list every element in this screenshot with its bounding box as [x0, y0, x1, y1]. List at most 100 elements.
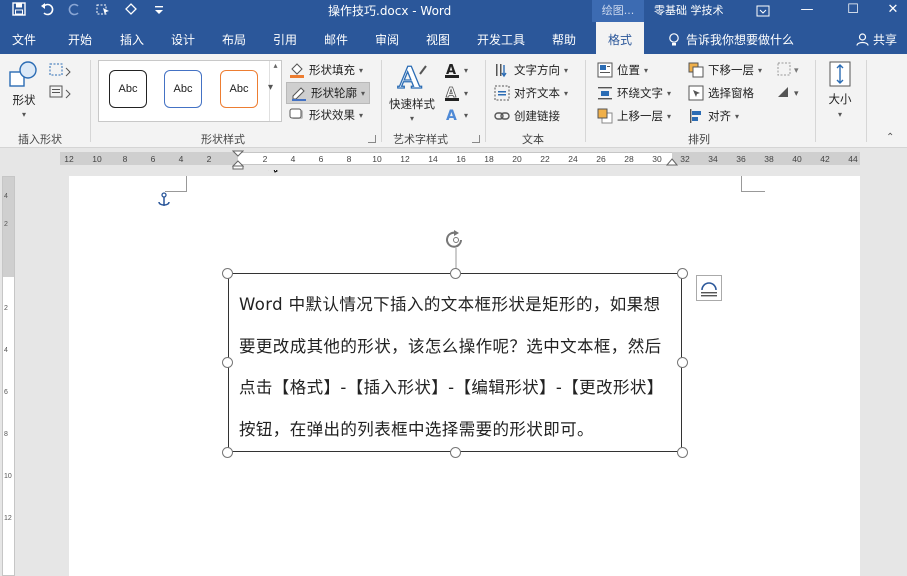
edit-shape-icon[interactable]: [48, 62, 74, 78]
ruler-tick: 2: [206, 154, 212, 164]
chevron-down-icon: ▾: [758, 65, 763, 75]
send-backward-button[interactable]: 下移一层 ▾: [688, 62, 762, 78]
selection-pane-button[interactable]: 选择窗格: [688, 85, 754, 101]
tab-developer[interactable]: 开发工具: [477, 31, 525, 48]
tab-insert[interactable]: 插入: [120, 31, 144, 48]
resize-handle[interactable]: [222, 447, 233, 458]
bring-forward-button[interactable]: 上移一层 ▾: [597, 108, 671, 124]
save-icon[interactable]: [12, 2, 26, 16]
shape-effects-button[interactable]: 形状效果 ▾: [289, 107, 363, 123]
lightbulb-icon: [669, 32, 679, 45]
pen-outline-icon: [292, 87, 306, 101]
group-objects-icon[interactable]: ▾: [776, 62, 804, 76]
ribbon-display-button[interactable]: [748, 0, 778, 22]
tab-references[interactable]: 引用: [273, 31, 297, 48]
wordart-launcher[interactable]: [472, 135, 480, 143]
ruler-tick: 14: [428, 154, 438, 164]
svg-text:▾: ▾: [794, 89, 799, 99]
shape-style-1[interactable]: Abc: [109, 70, 147, 108]
size-label: 大小: [828, 92, 852, 106]
shape-styles-gallery[interactable]: Abc Abc Abc ▴: [98, 60, 282, 122]
bring-forward-label: 上移一层: [617, 109, 663, 123]
shape-outline-button[interactable]: 形状轮廓 ▾: [286, 82, 371, 104]
tab-home[interactable]: 开始: [68, 31, 92, 48]
shape-styles-launcher[interactable]: [368, 135, 376, 143]
resize-handle[interactable]: [677, 268, 688, 279]
tab-mailings[interactable]: 邮件: [324, 31, 348, 48]
shape-style-3[interactable]: Abc: [220, 70, 258, 108]
maximize-button[interactable]: ☐: [838, 0, 868, 22]
ruler-tick: 10: [4, 473, 12, 480]
align-objects-button[interactable]: 对齐 ▾: [688, 108, 739, 124]
text-effects-button[interactable]: A ▾: [444, 107, 468, 123]
ruler-tick: 12: [64, 154, 74, 164]
size-button[interactable]: 大小 ▾: [826, 60, 854, 119]
shape-fill-button[interactable]: 形状填充 ▾: [289, 62, 363, 78]
layout-options-button[interactable]: [696, 275, 722, 301]
shape-style-2[interactable]: Abc: [164, 70, 202, 108]
right-indent-marker-icon[interactable]: [666, 158, 678, 168]
anchor-icon[interactable]: [156, 192, 172, 208]
horizontal-ruler[interactable]: 12 10 8 6 4 2 2 4 6 8 10 12 14 16 18 20 …: [0, 148, 907, 170]
position-button[interactable]: 位置 ▾: [597, 62, 648, 78]
tab-help[interactable]: 帮助: [552, 31, 576, 48]
chevron-down-icon: ▾: [644, 65, 649, 75]
tab-layout[interactable]: 布局: [222, 31, 246, 48]
indent-marker-icon[interactable]: [232, 150, 244, 170]
redo-icon[interactable]: [68, 2, 82, 16]
align-text-button[interactable]: 对齐文本 ▾: [494, 85, 568, 101]
rotate-icon[interactable]: ▾: [776, 85, 804, 99]
tab-file[interactable]: 文件: [12, 31, 36, 48]
share-button[interactable]: 共享: [856, 31, 897, 48]
divider: [381, 60, 382, 142]
tell-me-box[interactable]: 告诉我你想要做什么: [668, 31, 794, 48]
shapes-button[interactable]: 形状 ▾: [8, 60, 40, 119]
resize-handle[interactable]: [677, 357, 688, 368]
select-icon[interactable]: [96, 2, 110, 16]
align-text-icon: [494, 85, 510, 101]
text-effects-icon: A: [446, 108, 457, 123]
chevron-down-icon: ▾: [464, 88, 469, 98]
resize-handle[interactable]: [450, 447, 461, 458]
create-link-button[interactable]: 创建链接: [494, 108, 560, 124]
group-text-label: 文本: [522, 133, 544, 146]
ruler-tick: 38: [764, 154, 774, 164]
tab-design[interactable]: 设计: [171, 31, 195, 48]
ruler-tick: 8: [346, 154, 352, 164]
text-box-icon[interactable]: [48, 84, 74, 100]
tab-format[interactable]: 格式: [596, 22, 645, 54]
resize-handle[interactable]: [677, 447, 688, 458]
quick-styles-button[interactable]: A 快速样式 ▾: [389, 60, 435, 123]
gallery-more-icon[interactable]: ▾: [268, 82, 273, 93]
text-box-content[interactable]: Word 中默认情况下插入的文本框形状是矩形的，如果想要更改成其他的形状，该怎么…: [239, 284, 675, 450]
text-fill-icon: A: [445, 63, 459, 78]
minimize-button[interactable]: —: [792, 0, 822, 22]
chevron-down-icon: ▾: [359, 110, 364, 120]
divider: [90, 60, 91, 142]
vertical-ruler[interactable]: 4 2 2 4 6 8 10 12: [2, 176, 15, 576]
divider: [585, 60, 586, 142]
text-fill-button[interactable]: A ▾: [444, 62, 468, 78]
user-name[interactable]: 零基础 学技术: [654, 2, 724, 18]
person-icon: [856, 33, 869, 46]
tab-review[interactable]: 审阅: [375, 31, 399, 48]
rotate-handle-icon[interactable]: [444, 228, 468, 273]
text-outline-button[interactable]: A ▾: [444, 85, 468, 101]
resize-handle[interactable]: [450, 268, 461, 279]
resize-handle[interactable]: [222, 357, 233, 368]
ribbon-tabs: 文件 开始 插入 设计 布局 引用 邮件 审阅 视图 开发工具 帮助 格式 告诉…: [0, 22, 907, 54]
ruler-tick: 10: [92, 154, 102, 164]
size-icon: [829, 61, 851, 87]
collapse-ribbon-icon[interactable]: ⌃: [886, 132, 894, 143]
wrap-text-button[interactable]: 环绕文字 ▾: [597, 85, 671, 101]
undo-icon[interactable]: [40, 2, 54, 16]
resize-handle[interactable]: [222, 268, 233, 279]
select-objects-icon[interactable]: [124, 2, 138, 16]
close-button[interactable]: ✕: [878, 0, 907, 22]
text-direction-button[interactable]: 文字方向 ▾: [494, 62, 568, 78]
chevron-up-icon[interactable]: ▴: [270, 61, 281, 70]
tab-view[interactable]: 视图: [426, 31, 450, 48]
customize-icon[interactable]: [152, 2, 166, 16]
chevron-down-icon: ▾: [564, 65, 569, 75]
text-box[interactable]: Word 中默认情况下插入的文本框形状是矩形的，如果想要更改成其他的形状，该怎么…: [228, 273, 682, 452]
